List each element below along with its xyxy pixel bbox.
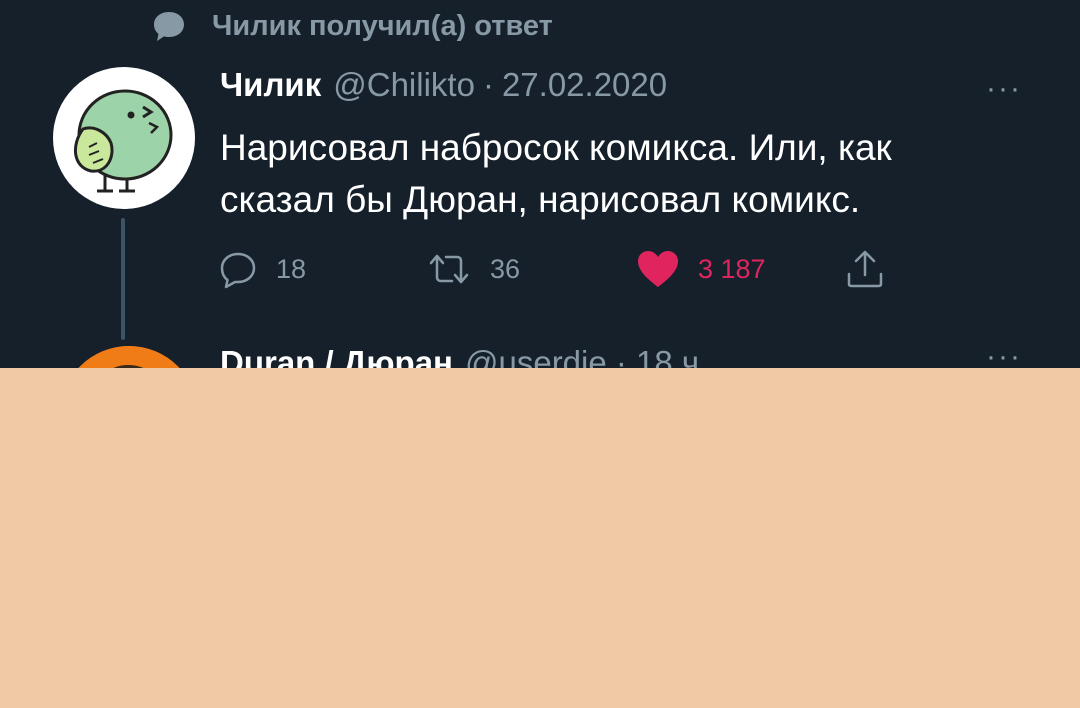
- tweet-actions: 18 36 3 187: [218, 246, 918, 292]
- reply-avatar[interactable]: [60, 346, 198, 368]
- reply-context-text: Чилик получил(а) ответ: [212, 9, 553, 42]
- tweet-header: Чилик @Chilikto · 27.02.2020: [220, 66, 667, 104]
- retweet-button[interactable]: 36: [426, 246, 520, 292]
- reply-avatar-image-icon: [60, 346, 198, 368]
- author-handle[interactable]: @Chilikto: [333, 66, 475, 104]
- reply-count: 18: [276, 253, 307, 284]
- retweet-count: 36: [490, 253, 521, 284]
- reply-context[interactable]: Чилик получил(а) ответ: [152, 8, 553, 44]
- tweet-thread: Чилик получил(а) ответ Чилик @Chilikto ·…: [0, 0, 1080, 368]
- like-count: 3 187: [698, 253, 766, 284]
- share-icon: [847, 250, 883, 288]
- reply-more-options-button[interactable]: ···: [986, 340, 1022, 368]
- speech-bubble-icon: [154, 12, 184, 41]
- reply-button[interactable]: 18: [218, 246, 306, 292]
- more-options-button[interactable]: ···: [986, 72, 1022, 106]
- like-button[interactable]: 3 187: [636, 246, 766, 292]
- thread-connector-line: [121, 218, 125, 340]
- avatar[interactable]: [53, 67, 195, 209]
- header-separator: ·: [482, 66, 494, 103]
- bird-avatar-icon: [74, 89, 173, 193]
- reply-icon: [220, 252, 256, 289]
- tweet-text-line: Нарисовал набросок комикса. Или, как: [220, 127, 892, 168]
- reply-author-name[interactable]: Duran / Дюран: [220, 344, 453, 368]
- heart-icon: [638, 251, 678, 287]
- retweet-icon: [429, 254, 469, 284]
- tweet-date[interactable]: 27.02.2020: [502, 66, 667, 104]
- reply-author-handle[interactable]: @userdie · 18 ч: [465, 344, 699, 368]
- share-button[interactable]: [844, 246, 886, 292]
- tweet-text-line: сказал бы Дюран, нарисовал комикс.: [220, 179, 861, 220]
- reply-tweet[interactable]: Duran / Дюран @userdie · 18 ч ···: [0, 330, 1080, 368]
- tweet-text: Нарисовал набросок комикса. Или, как ска…: [220, 122, 1040, 226]
- author-name[interactable]: Чилик: [220, 66, 321, 104]
- reply-header: Duran / Дюран @userdie · 18 ч: [220, 344, 699, 368]
